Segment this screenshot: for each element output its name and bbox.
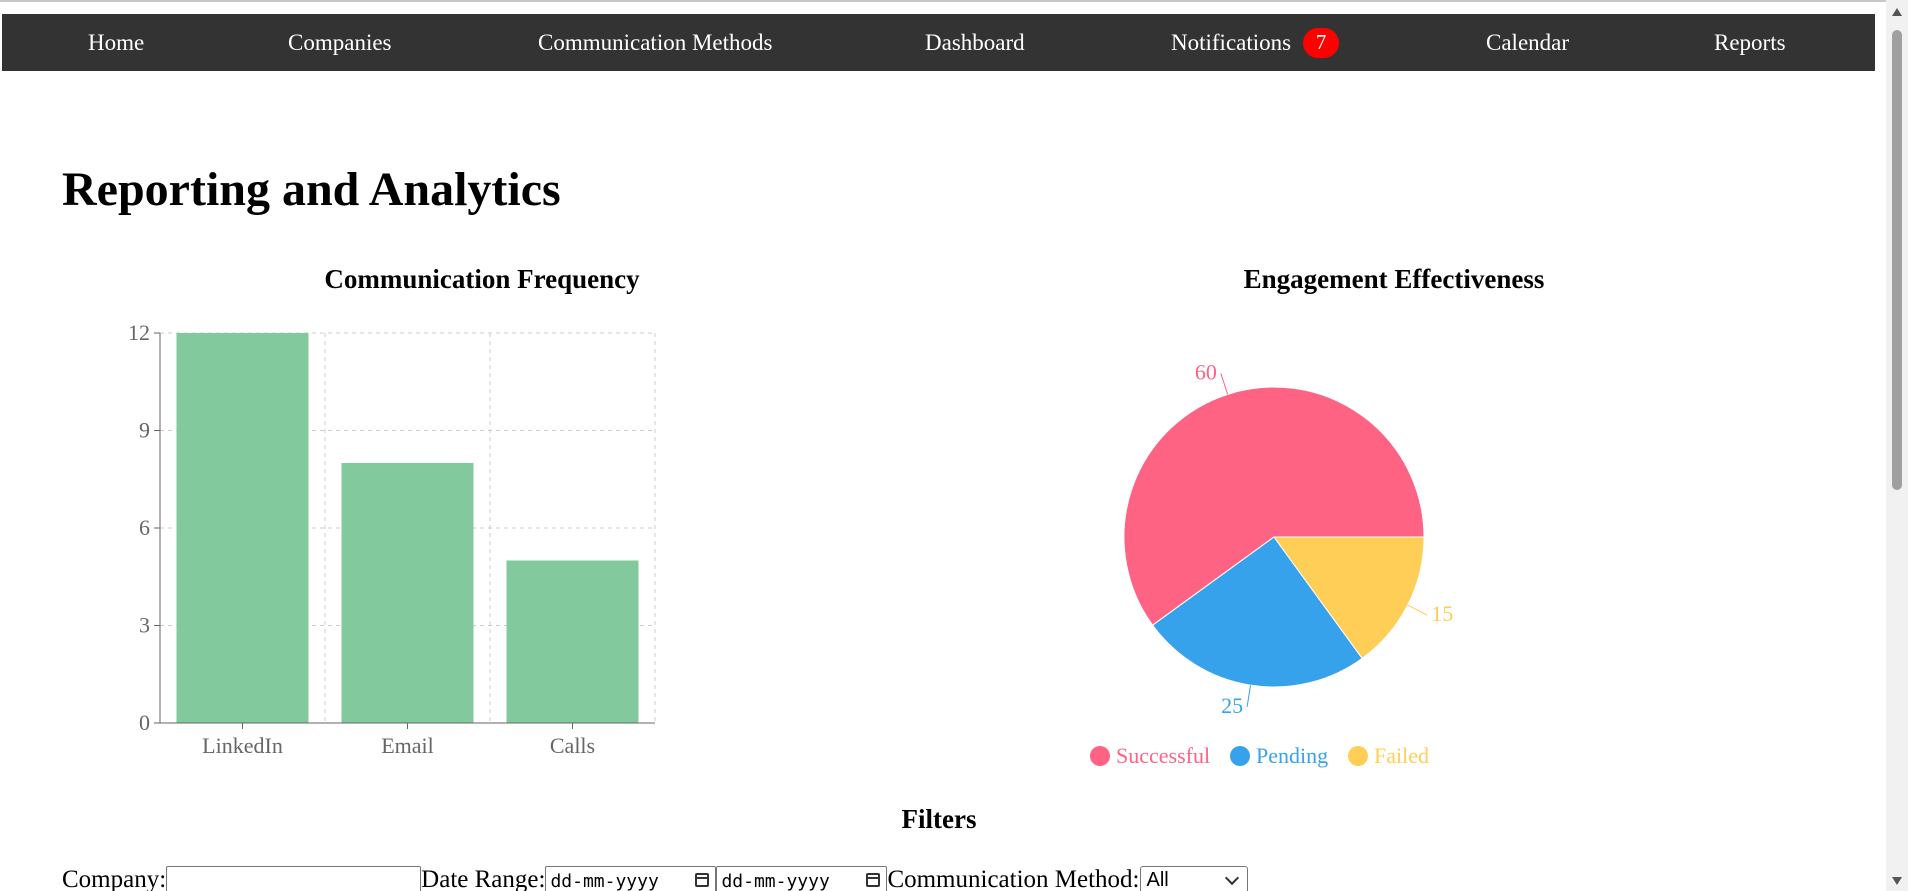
x-tick-label: Email — [381, 733, 434, 758]
vertical-scrollbar[interactable] — [1886, 0, 1908, 891]
x-tick-label: Calls — [550, 733, 595, 758]
legend-label-failed: Failed — [1374, 743, 1429, 768]
x-tick-label: LinkedIn — [202, 733, 283, 758]
bar-email — [341, 463, 474, 723]
bar-linkedin — [176, 333, 309, 723]
y-tick-label: 3 — [139, 613, 150, 638]
company-label: Company: — [62, 866, 167, 891]
y-tick-label: 9 — [139, 418, 150, 443]
date-from-input[interactable]: dd-mm-yyyy — [545, 866, 717, 891]
bar-chart-title: Communication Frequency — [324, 264, 640, 294]
communication-method-select[interactable]: All — [1139, 866, 1248, 891]
page-title: Reporting and Analytics — [62, 163, 561, 216]
nav-communication-methods[interactable]: Communication Methods — [538, 14, 772, 71]
pie-value-label: 15 — [1431, 601, 1453, 626]
date-to-placeholder: dd-mm-yyyy — [721, 871, 830, 891]
top-navbar: Home Companies Communication Methods Das… — [2, 14, 1875, 71]
company-input[interactable] — [166, 866, 422, 891]
bar-calls — [506, 560, 639, 723]
filters-row: Company: Date Range: dd-mm-yyyy dd-mm-yy… — [62, 866, 1248, 891]
legend-marker-failed — [1348, 746, 1368, 766]
scroll-up-arrow-icon[interactable] — [1892, 8, 1902, 16]
legend-label-pending: Pending — [1256, 743, 1328, 768]
scroll-down-arrow-icon[interactable] — [1892, 877, 1902, 885]
pie-label-leader — [1220, 373, 1229, 395]
communication-method-label: Communication Method: — [887, 866, 1140, 891]
chevron-down-icon — [1224, 870, 1239, 886]
nav-companies[interactable]: Companies — [288, 14, 392, 71]
legend-marker-pending — [1230, 746, 1250, 766]
scrollbar-thumb[interactable] — [1892, 30, 1902, 490]
pie-value-label: 25 — [1221, 693, 1243, 718]
nav-calendar[interactable]: Calendar — [1486, 14, 1569, 71]
nav-reports[interactable]: Reports — [1714, 14, 1786, 71]
page: Home Companies Communication Methods Das… — [0, 0, 1908, 891]
nav-notifications[interactable]: Notifications 7 — [1171, 14, 1340, 71]
pie-chart-title: Engagement Effectiveness — [1243, 264, 1545, 294]
filters-heading: Filters — [901, 804, 977, 834]
nav-home[interactable]: Home — [88, 14, 144, 71]
pie-value-label: 60 — [1195, 359, 1217, 384]
y-tick-label: 6 — [139, 515, 150, 540]
engagement-effectiveness-chart: 60 25 15 Successful Pending Failed — [1090, 359, 1453, 768]
nav-notifications-label: Notifications — [1171, 29, 1292, 55]
pie-label-leader — [1246, 685, 1252, 707]
notification-count-badge: 7 — [1303, 27, 1340, 58]
y-tick-label: 12 — [128, 320, 150, 345]
date-from-placeholder: dd-mm-yyyy — [550, 871, 659, 891]
legend-marker-successful — [1090, 746, 1110, 766]
calendar-icon[interactable] — [866, 873, 881, 887]
date-range-label: Date Range: — [421, 866, 546, 891]
legend-label-successful: Successful — [1116, 743, 1210, 768]
calendar-icon[interactable] — [695, 873, 710, 887]
y-tick-label: 0 — [139, 710, 150, 735]
nav-dashboard[interactable]: Dashboard — [925, 14, 1025, 71]
window-top-border — [0, 0, 1908, 2]
pie-label-leader — [1407, 604, 1428, 616]
communication-frequency-chart: 0 3 6 9 12 LinkedIn Email Calls — [128, 320, 656, 758]
date-to-input[interactable]: dd-mm-yyyy — [716, 866, 888, 891]
communication-method-selected: All — [1146, 869, 1169, 891]
